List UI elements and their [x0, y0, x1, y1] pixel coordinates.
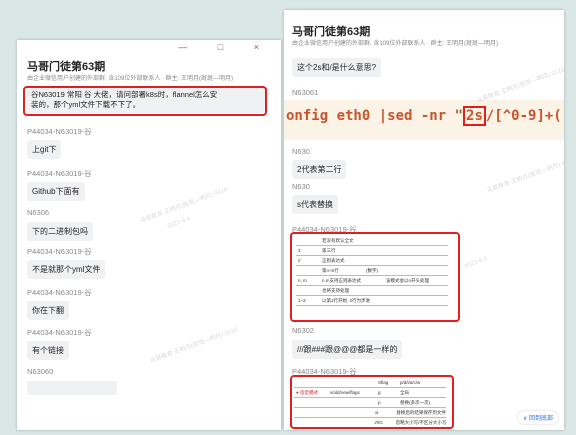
message-bubble: 上git下: [27, 140, 62, 159]
message-bubble: s代表替换: [292, 195, 338, 214]
highlight-box: [290, 375, 454, 429]
message-sender: P44034-N63019-谷: [27, 247, 92, 256]
message-bubble: 下的二进制包吗: [27, 222, 93, 241]
message-sender: P44034-N63019-谷: [27, 169, 92, 178]
highlight-box: [290, 232, 460, 322]
message-bubble: Github下面有: [27, 182, 85, 201]
code-text: /[^0-9]+(: [485, 108, 562, 124]
watermark: 马哥教育 王明月(斑斑—明月) 9216: [486, 157, 564, 195]
message-sender: N630: [292, 147, 310, 156]
message-bubble: ///跟###跟@@@都是一样的: [292, 340, 403, 359]
chat-subtitle: 由企业微信用户创建的外部群, 含109位外部联系人 · 群主: 王明月(斑斑—明…: [27, 76, 234, 82]
image-thumbnail[interactable]: [27, 381, 117, 395]
message-bubble: 这个2s和/是什么意思?: [292, 58, 382, 77]
message-bubble: 你在下翻: [27, 301, 69, 320]
message-sender: N6306: [27, 208, 50, 217]
window-controls[interactable]: — □ ×: [178, 42, 273, 52]
message-bubble: 不是就那个yml文件: [27, 260, 106, 279]
message-sender: P44034-N63019-谷: [27, 288, 92, 297]
highlight-box: [23, 86, 267, 116]
message-sender: P44034-N63019-谷: [27, 328, 92, 337]
watermark: 马哥教育 王明月(斑斑—明月) 9216: [476, 67, 564, 105]
message-bubble: 有个链接: [27, 341, 69, 360]
chat-title: 马哥门徒第63期: [292, 26, 371, 38]
message-sender: N6302: [292, 326, 315, 335]
code-highlight: 2s: [463, 106, 486, 126]
watermark: 2022-9-5: [463, 256, 489, 270]
message-sender: N63061: [292, 88, 319, 97]
code-text: onfig eth0 |sed -nr ": [286, 108, 464, 124]
code-snippet: onfig eth0 |sed -nr " 2s/[^0-9]+(: [286, 106, 562, 126]
message-bubble: 2代表第二行: [292, 160, 347, 179]
chat-title: 马哥门徒第63期: [27, 61, 106, 73]
watermark: 马哥教育 王明月(斑斑—明月) 9216: [149, 327, 239, 365]
chat-subtitle: 由企业微信用户创建的外部群, 含109位外部联系人 · 群主: 王明月(斑斑—明…: [292, 41, 499, 47]
message-sender: N630: [292, 182, 310, 191]
scroll-to-bottom-button[interactable]: ∨ 回到底部: [517, 411, 558, 424]
right-chat-window: 马哥门徒第63期 由企业微信用户创建的外部群, 含109位外部联系人 · 群主:…: [284, 10, 564, 430]
message-sender: P44034-N63019-谷: [27, 127, 92, 136]
message-sender: N63060: [27, 367, 54, 376]
left-chat-window: — □ × 马哥门徒第63期 由企业微信用户创建的外部群, 含109位外部联系人…: [17, 40, 281, 430]
watermark: 2022-9-5: [166, 216, 192, 230]
